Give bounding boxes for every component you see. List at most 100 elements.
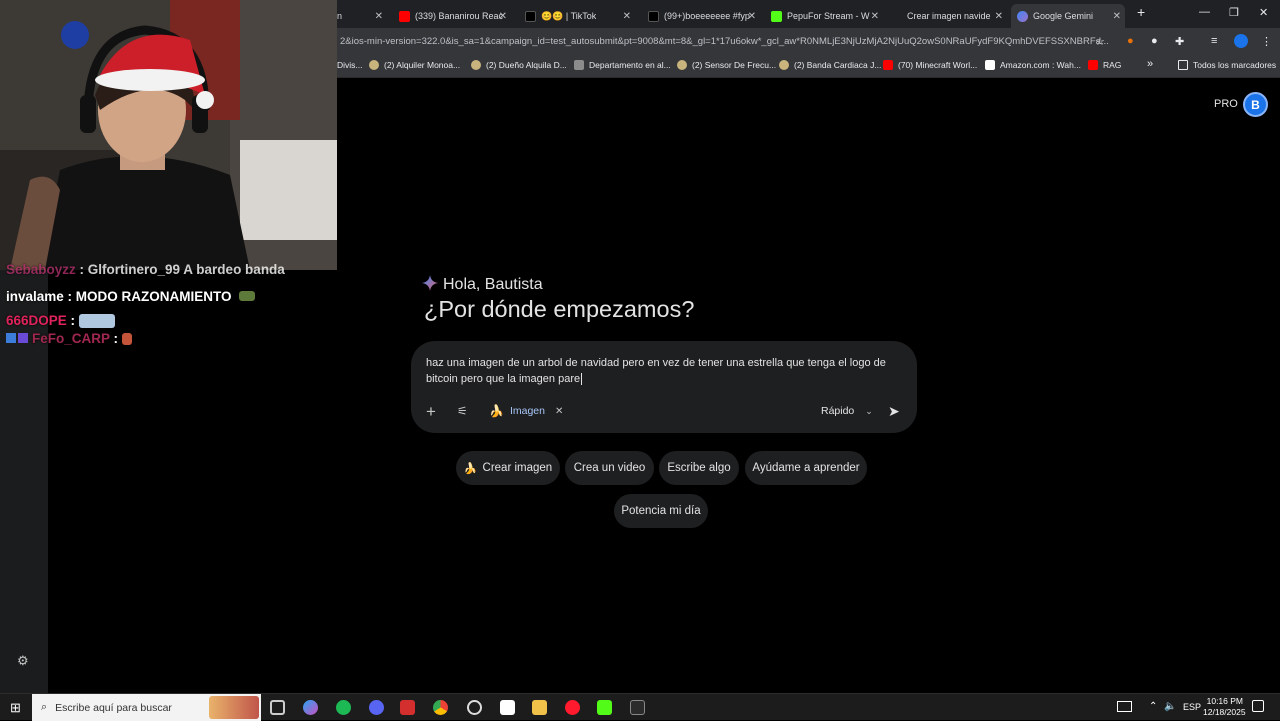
close-icon[interactable]: ✕ xyxy=(499,11,507,22)
image-tool-chip[interactable]: 🍌 Imagen ✕ xyxy=(489,404,563,418)
obs-icon[interactable] xyxy=(467,700,482,715)
banana-icon: 🍌 xyxy=(463,462,478,475)
bookmark-item[interactable]: (2) Alquiler Monoa... xyxy=(369,60,460,70)
capcut-icon[interactable] xyxy=(500,700,515,715)
close-icon[interactable]: ✕ xyxy=(748,11,756,22)
browser-toolbar: 2&ios-min-version=322.0&is_sa=1&campaign… xyxy=(337,28,1280,56)
chevron-down-icon: ⌄ xyxy=(865,406,873,416)
chat-message: 666DOPE : xyxy=(6,313,115,329)
notifications-icon[interactable] xyxy=(1252,700,1264,712)
volume-icon[interactable]: 🔈 xyxy=(1164,701,1176,712)
window-close-icon[interactable]: ✕ xyxy=(1259,6,1268,19)
add-plus-icon[interactable]: + xyxy=(426,402,436,422)
clock[interactable]: 10:16 PM 12/18/2025 xyxy=(1203,696,1246,718)
text-caret xyxy=(581,373,583,386)
minimize-icon[interactable]: — xyxy=(1199,6,1210,18)
bookmark-label: (2) Banda Cardiaca J... xyxy=(794,60,882,70)
kick-icon[interactable] xyxy=(597,700,612,715)
browser-tab[interactable]: Crear imagen navide ✕ xyxy=(907,4,1007,28)
remove-chip-icon[interactable]: ✕ xyxy=(555,406,563,417)
browser-tab[interactable]: n ✕ xyxy=(337,4,387,28)
webcam-overlay xyxy=(0,0,337,270)
bookmark-favicon-icon xyxy=(574,60,584,70)
bookmark-label: Amazon.com : Wah... xyxy=(1000,60,1081,70)
browser-tab[interactable]: 😊😊 | TikTok ✕ xyxy=(525,4,635,28)
file-explorer-icon[interactable] xyxy=(532,700,547,715)
suggestion-chip-crear-imagen[interactable]: 🍌 Crear imagen xyxy=(456,451,560,485)
windows-taskbar: ⊞ ⌕ Escribe aquí para buscar ⌃ 🔈 ESP 10:… xyxy=(0,693,1280,721)
suggestion-chip-escribe-algo[interactable]: Escribe algo xyxy=(659,451,739,485)
send-icon[interactable]: ➤ xyxy=(888,403,900,420)
bookmark-label: (2) Dueño Alquila D... xyxy=(486,60,567,70)
bookmark-item[interactable]: Amazon.com : Wah... xyxy=(985,60,1081,70)
model-mode-selector[interactable]: Rápido ⌄ xyxy=(821,405,873,417)
close-icon[interactable]: ✕ xyxy=(375,11,383,22)
bookmark-item[interactable]: (2) Banda Cardiaca J... xyxy=(779,60,881,70)
settings-gear-icon[interactable]: ⚙ xyxy=(17,653,29,669)
browser-tab-strip: n ✕ (339) Bananirou Reac ✕ 😊😊 | TikTok ✕… xyxy=(337,0,1280,28)
chrome-icon[interactable] xyxy=(433,700,448,715)
suggestion-chip-aprender[interactable]: Ayúdame a aprender xyxy=(745,451,867,485)
search-placeholder: Escribe aquí para buscar xyxy=(55,701,172,714)
chat-username: 666DOPE xyxy=(6,313,67,328)
suggestion-chip-potencia-dia[interactable]: Potencia mi día xyxy=(614,494,708,528)
keyboard-icon[interactable] xyxy=(1117,701,1132,712)
bookmark-item[interactable]: (2) Dueño Alquila D... xyxy=(471,60,567,70)
tab-label: (99+)boeeeeeee #fyp xyxy=(664,11,750,21)
close-icon[interactable]: ✕ xyxy=(995,11,1003,22)
suggestion-chip-crea-video[interactable]: Crea un video xyxy=(565,451,654,485)
extension-icon[interactable]: ● xyxy=(1151,35,1158,47)
clock-time: 10:16 PM xyxy=(1206,696,1243,706)
bookmark-favicon-icon xyxy=(369,60,379,70)
youtube-icon xyxy=(399,10,410,22)
bookmark-item[interactable]: Departamento en al... xyxy=(574,60,671,70)
extension-icon[interactable]: ● xyxy=(1127,35,1134,47)
address-bar[interactable]: 2&ios-min-version=322.0&is_sa=1&campaign… xyxy=(337,32,1117,52)
banana-icon: 🍌 xyxy=(489,404,504,418)
bookmark-item[interactable]: (2) Sensor De Frecu... xyxy=(677,60,776,70)
spotify-icon[interactable] xyxy=(336,700,351,715)
browser-tab-active[interactable]: Google Gemini ✕ xyxy=(1011,4,1125,28)
bookmark-label: Divis... xyxy=(337,60,363,70)
headline: ¿Por dónde empezamos? xyxy=(424,296,695,322)
suggestion-label: Crear imagen xyxy=(482,462,553,474)
tab-label: Crear imagen navide xyxy=(907,11,991,21)
profile-icon[interactable] xyxy=(1234,34,1248,48)
prompt-input-box[interactable]: haz una imagen de un arbol de navidad pe… xyxy=(411,341,917,433)
prompt-input[interactable]: haz una imagen de un arbol de navidad pe… xyxy=(426,355,896,387)
copilot-icon[interactable] xyxy=(303,700,318,715)
bookmark-star-icon[interactable]: ☆ xyxy=(1095,35,1105,48)
close-icon[interactable]: ✕ xyxy=(623,11,631,22)
voicemeeter-icon[interactable] xyxy=(400,700,415,715)
avatar[interactable]: B xyxy=(1243,92,1268,117)
epic-games-icon[interactable] xyxy=(630,700,645,715)
more-bookmarks-icon[interactable]: » xyxy=(1147,58,1153,70)
task-view-icon[interactable] xyxy=(270,700,285,715)
bookmark-item[interactable]: (70) Minecraft Worl... xyxy=(883,60,977,70)
tab-label: n xyxy=(337,11,343,21)
bookmark-item[interactable]: Divis... xyxy=(337,60,363,70)
language-indicator[interactable]: ESP xyxy=(1183,702,1201,712)
bookmarks-bar: Divis... (2) Alquiler Monoa... (2) Dueño… xyxy=(337,56,1280,78)
menu-kebab-icon[interactable]: ⋮ xyxy=(1261,35,1272,48)
browser-tab[interactable]: (99+)boeeeeeee #fyp ✕ xyxy=(648,4,760,28)
browser-tab[interactable]: (339) Bananirou Reac ✕ xyxy=(399,4,511,28)
close-icon[interactable]: ✕ xyxy=(871,11,879,22)
discord-icon[interactable] xyxy=(369,700,384,715)
taskbar-search[interactable]: ⌕ Escribe aquí para buscar xyxy=(32,694,261,721)
media-icon[interactable]: ≡ xyxy=(1211,35,1217,47)
extensions-puzzle-icon[interactable]: ✚ xyxy=(1175,35,1184,48)
windows-start-icon[interactable]: ⊞ xyxy=(10,700,21,716)
avatar-letter: B xyxy=(1251,97,1260,112)
tab-label: (339) Bananirou Reac xyxy=(415,11,504,21)
all-bookmarks-folder[interactable]: Todos los marcadores xyxy=(1178,60,1276,70)
close-icon[interactable]: ✕ xyxy=(1113,11,1121,22)
browser-tab[interactable]: PepuFor Stream - W ✕ xyxy=(771,4,883,28)
maximize-icon[interactable]: ❐ xyxy=(1229,6,1239,19)
opera-icon[interactable] xyxy=(565,700,580,715)
new-tab-icon[interactable]: + xyxy=(1137,4,1145,20)
tools-sliders-icon[interactable]: ⚟ xyxy=(457,404,468,418)
suggestion-label: Escribe algo xyxy=(667,462,731,474)
bookmark-item[interactable]: RAG xyxy=(1088,60,1121,70)
chevron-up-icon[interactable]: ⌃ xyxy=(1149,701,1157,712)
